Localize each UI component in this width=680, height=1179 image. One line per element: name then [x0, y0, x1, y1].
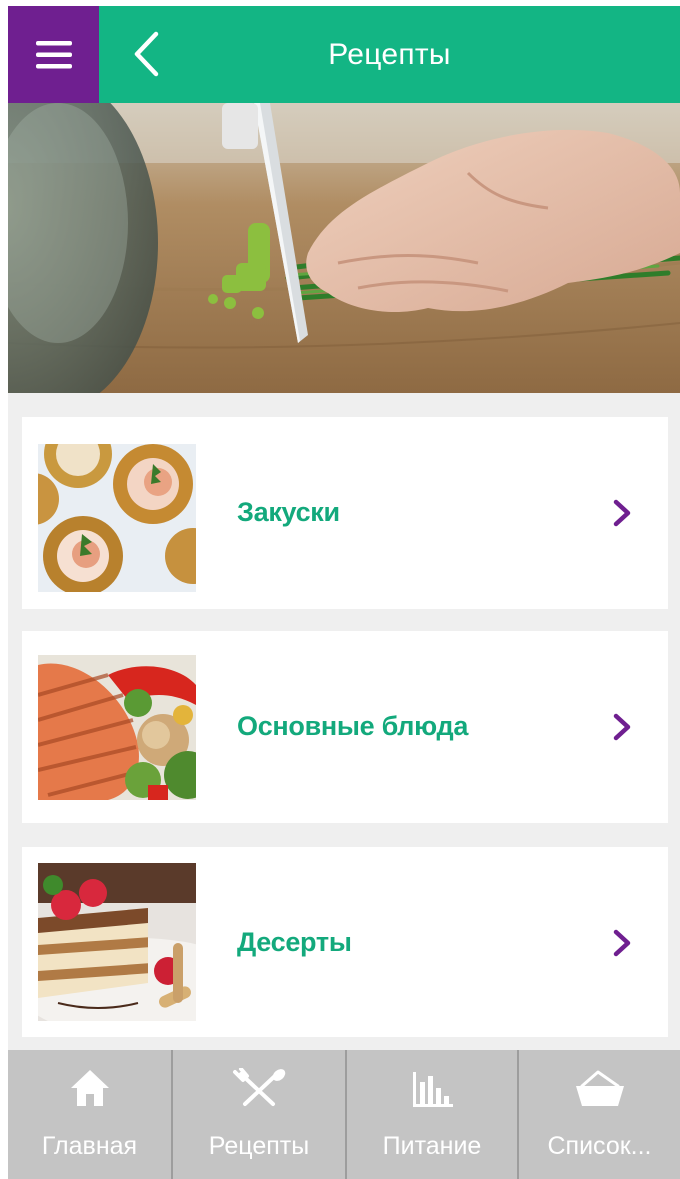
top-bar: Рецепты	[8, 6, 680, 103]
basket-icon	[575, 1070, 624, 1106]
tab-home[interactable]: Главная	[8, 1050, 173, 1179]
tab-shopping-list[interactable]: Список...	[519, 1050, 680, 1179]
app-screen: Рецепты Закуски Основные блюда Десерты Г…	[8, 6, 680, 1179]
appetizers-photo	[38, 444, 196, 592]
tab-label: Питание	[382, 1132, 482, 1160]
category-card-desserts[interactable]: Десерты	[22, 847, 668, 1037]
tab-nutrition[interactable]: Питание	[347, 1050, 519, 1179]
tab-label: Главная	[41, 1132, 138, 1160]
bar-chart-icon	[413, 1072, 453, 1107]
menu-button[interactable]	[8, 6, 99, 103]
chevron-right-icon	[613, 713, 631, 741]
hero-image	[8, 103, 680, 393]
tab-label: Список...	[547, 1132, 652, 1160]
back-button[interactable]	[126, 24, 166, 84]
bottom-tab-bar: Главная Рецепты Питание Список...	[8, 1050, 680, 1179]
hamburger-icon	[35, 40, 72, 68]
chevron-right-icon	[613, 929, 631, 957]
category-label: Десерты	[237, 927, 352, 957]
page-title: Рецепты	[328, 37, 451, 71]
chopping-chives-photo	[8, 103, 680, 393]
tab-recipes[interactable]: Рецепты	[173, 1050, 347, 1179]
category-card-appetizers[interactable]: Закуски	[22, 417, 668, 609]
tab-label: Рецепты	[208, 1132, 310, 1160]
category-label: Закуски	[237, 497, 340, 527]
chevron-left-icon	[134, 31, 159, 77]
desserts-photo	[38, 863, 196, 1021]
fork-spoon-icon	[233, 1068, 286, 1106]
home-icon	[70, 1070, 109, 1106]
main-courses-photo	[38, 655, 196, 800]
category-label: Основные блюда	[237, 711, 469, 741]
chevron-right-icon	[613, 499, 631, 527]
category-card-main-courses[interactable]: Основные блюда	[22, 631, 668, 823]
